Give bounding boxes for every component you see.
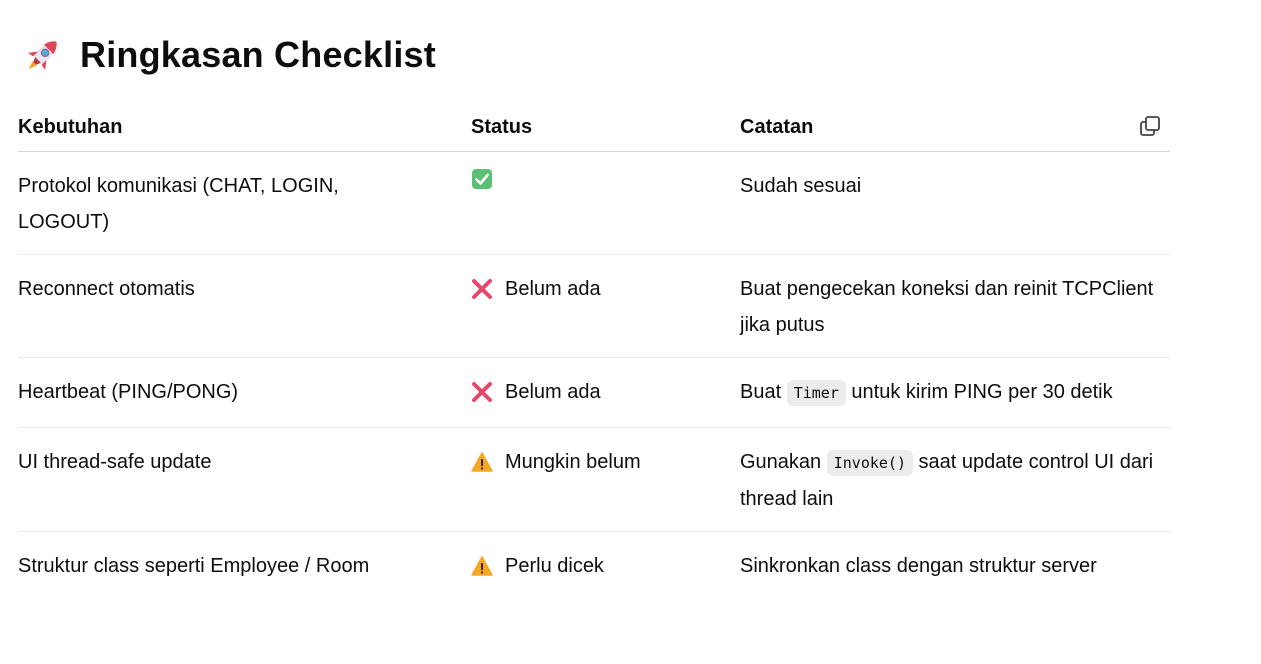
inline-code: Timer: [786, 380, 846, 406]
status-text: Belum ada: [505, 381, 601, 403]
note-text: Sinkronkan class dengan struktur server: [740, 555, 1097, 577]
check-icon: [472, 169, 492, 189]
table-header-row: Kebutuhan Status Catatan: [18, 106, 1170, 152]
note-cell: Sinkronkan class dengan struktur server: [740, 548, 1170, 584]
column-header-catatan: Catatan: [740, 116, 814, 138]
requirement-cell: Heartbeat (PING/PONG): [18, 381, 239, 403]
requirement-cell: Struktur class seperti Employee / Room: [18, 555, 370, 577]
status-text: Mungkin belum: [505, 451, 641, 473]
note-cell: Buat pengecekan koneksi dan reinit TCPCl…: [740, 271, 1170, 343]
status-text: Belum ada: [505, 278, 601, 300]
warning-icon: [471, 452, 493, 472]
copy-icon[interactable]: [1138, 114, 1162, 138]
table-row: Heartbeat (PING/PONG) Belum ada Buat Tim…: [18, 358, 1170, 428]
table-row: UI thread-safe update Mungkin belum Guna…: [18, 428, 1170, 532]
status-cell: Mungkin belum: [471, 444, 731, 480]
table-row: Reconnect otomatis Belum ada Buat pengec…: [18, 255, 1170, 358]
page-title: Ringkasan Checklist: [80, 34, 436, 75]
inline-code: Invoke(): [826, 450, 913, 476]
note-text: Sudah sesuai: [740, 175, 862, 197]
rocket-icon: [28, 41, 57, 70]
cross-icon: [472, 382, 492, 402]
column-header-kebutuhan: Kebutuhan: [18, 116, 123, 138]
warning-icon: [471, 556, 493, 576]
requirement-cell: Protokol komunikasi (CHAT, LOGIN, LOGOUT…: [18, 175, 339, 233]
column-header-status: Status: [471, 116, 533, 138]
note-cell: Sudah sesuai: [740, 168, 1170, 204]
status-cell: Perlu dicek: [471, 548, 731, 584]
status-text: Perlu dicek: [505, 555, 604, 577]
page: Ringkasan Checklist Kebutuhan Status Cat…: [0, 0, 1261, 664]
table-row: Struktur class seperti Employee / Room P…: [18, 532, 1170, 602]
note-text: Buat: [740, 381, 787, 403]
note-text: Gunakan: [740, 451, 827, 473]
requirement-cell: UI thread-safe update: [18, 451, 212, 473]
page-heading: Ringkasan Checklist: [22, 34, 436, 76]
note-text: untuk kirim PING per 30 detik: [845, 381, 1113, 403]
requirement-cell: Reconnect otomatis: [18, 278, 195, 300]
status-cell: Belum ada: [471, 374, 731, 410]
note-cell: Buat Timer untuk kirim PING per 30 detik: [740, 374, 1170, 411]
status-cell: [471, 168, 731, 190]
status-cell: Belum ada: [471, 271, 731, 307]
note-cell: Gunakan Invoke() saat update control UI …: [740, 444, 1170, 517]
table-row: Protokol komunikasi (CHAT, LOGIN, LOGOUT…: [18, 152, 1170, 255]
checklist-table: Kebutuhan Status Catatan Protokol komuni…: [18, 106, 1170, 602]
note-text: Buat pengecekan koneksi dan reinit TCPCl…: [740, 278, 1154, 336]
cross-icon: [472, 279, 492, 299]
